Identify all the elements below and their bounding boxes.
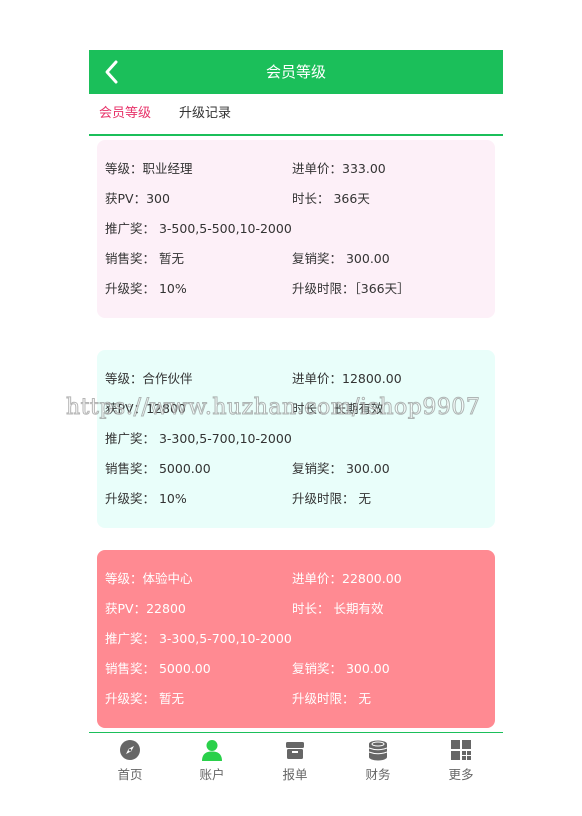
card-promo: 推广奖： 3-300,5-700,10-2000 <box>105 631 292 646</box>
bottom-nav: 首页 账户 报单 财务 更多 <box>89 732 503 784</box>
card-sales: 销售奖： 5000.00 <box>105 461 211 476</box>
card-upgrade: 升级奖： 10% <box>105 491 187 506</box>
nav-account[interactable]: 账户 <box>171 733 253 784</box>
card-duration: 时长： 366天 <box>292 191 370 206</box>
card-resale: 复销奖： 300.00 <box>292 461 390 476</box>
tab-upgrade-record[interactable]: 升级记录 <box>179 94 231 134</box>
chevron-left-icon <box>105 60 118 84</box>
nav-finance[interactable]: 财务 <box>337 733 419 784</box>
card-limit: 升级时限： 无 <box>292 691 371 706</box>
card-upgrade: 升级奖： 10% <box>105 281 187 296</box>
tab-member-level[interactable]: 会员等级 <box>99 94 151 134</box>
nav-home[interactable]: 首页 <box>89 733 171 784</box>
card-level: 等级：职业经理 <box>105 161 193 176</box>
nav-label: 财务 <box>365 767 391 782</box>
level-card-3: 等级：体验中心 进单价：22800.00 获PV：22800 时长： 长期有效 … <box>97 550 495 728</box>
card-level: 等级：体验中心 <box>105 571 193 586</box>
grid-icon <box>451 740 471 760</box>
box-icon <box>286 742 304 759</box>
page-title: 会员等级 <box>265 63 326 81</box>
tab-bar: 会员等级 升级记录 <box>89 94 503 136</box>
card-sales: 销售奖： 暂无 <box>105 251 184 266</box>
card-upgrade: 升级奖： 暂无 <box>105 691 184 706</box>
card-duration: 时长： 长期有效 <box>292 601 384 616</box>
nav-label: 账户 <box>199 767 225 782</box>
top-header: 会员等级 <box>89 50 503 94</box>
card-price: 进单价：22800.00 <box>292 571 402 586</box>
nav-label: 更多 <box>448 767 474 782</box>
card-promo: 推广奖： 3-500,5-500,10-2000 <box>105 221 292 236</box>
card-price: 进单价：12800.00 <box>292 371 402 386</box>
card-promo: 推广奖： 3-300,5-700,10-2000 <box>105 431 292 446</box>
card-level: 等级：合作伙伴 <box>105 371 193 386</box>
user-icon <box>202 740 222 761</box>
nav-order[interactable]: 报单 <box>254 733 336 784</box>
nav-more[interactable]: 更多 <box>420 733 502 784</box>
card-resale: 复销奖： 300.00 <box>292 251 390 266</box>
phone-screen: 会员等级 会员等级 升级记录 等级：职业经理 进单价：333.00 获PV：30… <box>89 50 503 784</box>
card-limit: 升级时限： 无 <box>292 491 371 506</box>
card-pv: 获PV：22800 <box>105 601 186 616</box>
card-price: 进单价：333.00 <box>292 161 386 176</box>
coins-icon <box>368 740 388 761</box>
compass-icon <box>120 740 140 760</box>
card-pv: 获PV：12800 <box>105 401 186 416</box>
nav-label: 报单 <box>282 767 308 782</box>
level-card-1: 等级：职业经理 进单价：333.00 获PV：300 时长： 366天 推广奖：… <box>97 140 495 318</box>
card-limit: 升级时限：［366天］ <box>292 281 410 296</box>
card-duration: 时长： 长期有效 <box>292 401 384 416</box>
nav-label: 首页 <box>117 767 143 782</box>
back-button[interactable] <box>97 57 127 87</box>
card-resale: 复销奖： 300.00 <box>292 661 390 676</box>
card-pv: 获PV：300 <box>105 191 170 206</box>
level-card-2: 等级：合作伙伴 进单价：12800.00 获PV：12800 时长： 长期有效 … <box>97 350 495 528</box>
card-sales: 销售奖： 5000.00 <box>105 661 211 676</box>
